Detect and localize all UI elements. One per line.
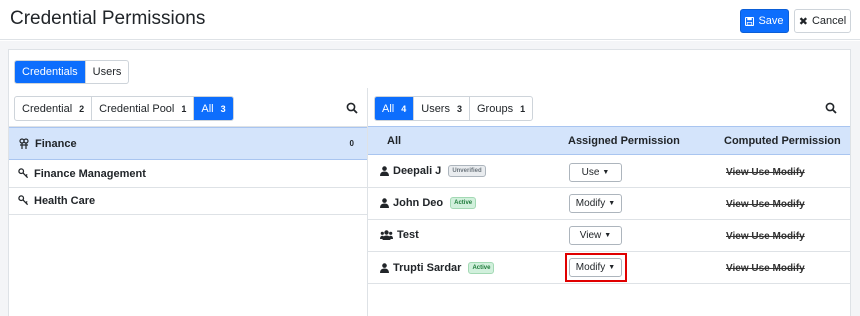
close-icon: ✖ — [798, 15, 808, 28]
dropdown-value: Modify — [575, 198, 606, 209]
table-row-name: John Deo Active — [380, 197, 477, 209]
assigned-permission-dropdown[interactable]: Use ▼ — [569, 163, 622, 182]
filter-label: Credential — [22, 102, 73, 115]
member-filter: All 4 Users 3 Groups 1 — [374, 96, 534, 121]
save-button[interactable]: Save — [740, 9, 789, 33]
filter-count: 1 — [181, 103, 187, 114]
search-icon[interactable] — [825, 102, 837, 114]
member-name: John Deo — [393, 197, 444, 209]
cancel-label: Cancel — [811, 15, 847, 27]
row-divider — [368, 251, 850, 252]
page-header: Credential Permissions Save ✖ Cancel — [0, 0, 860, 40]
filter-all-members[interactable]: All 4 — [375, 97, 415, 120]
save-label: Save — [758, 15, 784, 27]
caret-down-icon: ▼ — [608, 200, 616, 207]
credential-item-finance[interactable]: Finance 0 — [9, 127, 367, 160]
filter-label: Groups — [477, 102, 514, 115]
tab-credentials[interactable]: Credentials — [15, 61, 86, 83]
filter-users[interactable]: Users 3 — [414, 97, 470, 120]
status-badge: Unverified — [448, 165, 486, 177]
status-badge: Active — [468, 262, 495, 274]
credential-item-health-care[interactable]: Health Care — [9, 187, 367, 214]
member-name: Deepali J — [393, 165, 442, 177]
credential-name: Finance Management — [34, 167, 146, 180]
user-icon — [380, 166, 389, 176]
computed-permission: View Use Modify — [726, 263, 805, 274]
credential-count: 0 — [349, 139, 354, 148]
filter-groups[interactable]: Groups 1 — [470, 97, 532, 120]
assigned-permission-dropdown[interactable]: View ▼ — [569, 226, 622, 245]
tab-credentials-label: Credentials — [22, 66, 78, 78]
credential-filter: Credential 2 Credential Pool 1 All 3 — [14, 96, 234, 121]
filter-count: 3 — [456, 103, 462, 114]
filter-credential[interactable]: Credential 2 — [15, 97, 93, 120]
row-divider — [368, 283, 850, 284]
filter-label: All — [382, 102, 395, 115]
save-icon — [745, 16, 755, 26]
credential-pool-icon — [19, 137, 29, 149]
user-icon — [380, 198, 389, 208]
filter-credential-pool[interactable]: Credential Pool 1 — [92, 97, 195, 120]
view-tabs: Credentials Users — [14, 60, 130, 84]
tab-users-label: Users — [92, 66, 122, 78]
filter-label: Users — [421, 102, 450, 115]
credential-name: Health Care — [34, 194, 96, 207]
col-assigned-header: Assigned Permission — [568, 135, 680, 147]
credential-name: Finance — [35, 137, 77, 150]
computed-permission: View Use Modify — [726, 199, 805, 210]
member-name: Test — [397, 229, 419, 241]
computed-permission: View Use Modify — [726, 231, 805, 242]
dropdown-value: Use — [581, 167, 600, 178]
table-row-name: Deepali J Unverified — [380, 165, 486, 177]
filter-count: 3 — [220, 103, 226, 114]
tab-users[interactable]: Users — [86, 61, 129, 83]
assigned-permission-dropdown[interactable]: Modify ▼ — [569, 194, 622, 213]
status-badge: Active — [450, 197, 477, 209]
computed-permission: View Use Modify — [726, 167, 805, 178]
row-divider — [368, 187, 850, 188]
filter-count: 1 — [520, 103, 526, 114]
table-row-name: Trupti Sardar Active — [380, 262, 495, 274]
filter-label: Credential Pool — [99, 102, 175, 115]
dropdown-value: View — [579, 230, 602, 241]
caret-down-icon: ▼ — [604, 232, 612, 239]
col-all-header: All — [387, 135, 402, 147]
key-icon — [18, 168, 29, 179]
credential-item-finance-management[interactable]: Finance Management — [9, 160, 367, 187]
filter-all[interactable]: All 3 — [194, 97, 233, 120]
filter-label: All — [201, 102, 214, 115]
member-name: Trupti Sardar — [393, 262, 462, 274]
page-title: Credential Permissions — [10, 8, 206, 29]
row-divider — [9, 214, 367, 215]
row-divider — [368, 219, 850, 220]
filter-count: 2 — [79, 103, 85, 114]
caret-down-icon: ▼ — [602, 169, 610, 176]
highlight-box — [565, 253, 627, 282]
panel-divider — [367, 88, 368, 316]
filter-count: 4 — [401, 103, 407, 114]
user-icon — [380, 263, 389, 273]
permissions-table-header: All Assigned Permission Computed Permiss… — [368, 126, 850, 155]
group-icon — [380, 230, 393, 240]
cancel-button[interactable]: ✖ Cancel — [794, 9, 851, 33]
search-icon[interactable] — [346, 102, 358, 114]
key-icon — [18, 195, 29, 206]
col-computed-header: Computed Permission — [724, 135, 841, 147]
table-row-name: Test — [380, 229, 419, 241]
